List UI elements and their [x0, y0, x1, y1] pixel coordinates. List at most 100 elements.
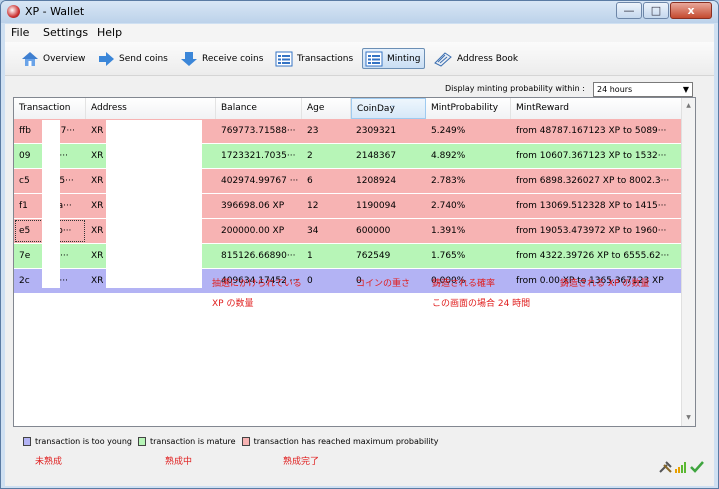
annotation-reward: 鋳造される XP の数量: [560, 279, 650, 289]
mint-probability-cell: 5.249%: [431, 126, 466, 136]
minting-period-value: 24 hours: [597, 85, 633, 94]
minting-button[interactable]: Minting: [362, 48, 426, 69]
table-header: Transaction Address Balance Age ⌄ CoinDa…: [14, 98, 683, 120]
overview-button[interactable]: Overview: [21, 48, 85, 69]
minting-label: Minting: [387, 53, 421, 64]
staking-tools-icon[interactable]: [659, 461, 672, 476]
transactions-button[interactable]: Transactions: [275, 48, 353, 69]
menu-bar: File Settings Help: [5, 24, 714, 42]
legend-maxp-jp: 熟成完了: [283, 457, 320, 467]
legend-young: transaction is too young: [23, 437, 132, 446]
dropdown-arrow-icon: ▼: [682, 85, 689, 94]
scroll-up-icon[interactable]: ▲: [682, 100, 695, 112]
vertical-scrollbar[interactable]: ▲ ▼: [681, 98, 695, 426]
column-header-mintprobability[interactable]: MintProbability: [426, 98, 511, 119]
minting-period-select[interactable]: 24 hours ▼: [593, 82, 693, 97]
mint-probability-cell: 2.783%: [431, 176, 466, 186]
transaction-id-start: e5: [19, 226, 31, 236]
address-book-label: Address Book: [457, 53, 519, 64]
mint-probability-cell: 2.740%: [431, 201, 466, 211]
legend-mature: transaction is mature: [137, 437, 236, 446]
transaction-id-start: ffb: [19, 126, 31, 136]
column-header-mintreward[interactable]: MintReward: [511, 98, 683, 119]
legend-mature-jp: 熟成中: [165, 457, 193, 467]
column-header-balance[interactable]: Balance: [216, 98, 302, 119]
mint-probability-cell: 1.391%: [431, 226, 466, 236]
receive-arrow-icon: [181, 51, 197, 66]
transactions-list-icon: [275, 51, 293, 66]
address-book-button[interactable]: Address Book: [433, 48, 518, 69]
minimize-button[interactable]: —: [616, 2, 642, 19]
mint-probability-cell: 1.765%: [431, 251, 466, 261]
column-header-age[interactable]: Age: [302, 98, 351, 119]
column-header-transaction[interactable]: Transaction: [14, 98, 86, 119]
redaction-transaction: [42, 120, 60, 288]
transaction-id-start: c5: [19, 176, 30, 186]
wallet-window: XP - Wallet — □ x File Settings Help Ove…: [0, 0, 719, 489]
coinday-cell: 1208924: [356, 176, 397, 186]
mint-reward-cell: from 10607.367123 XP to 1532···: [516, 151, 667, 161]
connections-signal-icon[interactable]: [675, 461, 687, 476]
transaction-id-start: 7e: [19, 251, 31, 261]
home-icon: [22, 51, 38, 66]
legend-maxp-label: transaction has reached maximum probabil…: [253, 437, 439, 446]
minimize-icon: —: [623, 4, 635, 17]
legend-mature-label: transaction is mature: [149, 437, 236, 446]
legend-maxp: transaction has reached maximum probabil…: [241, 437, 439, 446]
legend-young-jp: 未熟成: [35, 457, 63, 467]
balance-cell: 402974.99767 ···: [221, 176, 299, 186]
minting-table[interactable]: Transaction Address Balance Age ⌄ CoinDa…: [13, 97, 696, 427]
maximize-icon: □: [650, 4, 662, 17]
column-header-coinday[interactable]: ⌄ CoinDay: [351, 98, 426, 119]
minting-list-icon: [365, 51, 383, 66]
mint-reward-cell: from 4322.39726 XP to 6555.62···: [516, 251, 670, 261]
menu-settings[interactable]: Settings: [43, 26, 88, 39]
scroll-down-icon[interactable]: ▼: [682, 412, 695, 424]
window-title: XP - Wallet: [25, 5, 85, 18]
age-cell: 12: [307, 201, 319, 211]
column-header-address[interactable]: Address: [86, 98, 216, 119]
close-icon: x: [687, 4, 695, 17]
filter-label: Display minting probability within :: [445, 84, 585, 93]
receive-coins-button[interactable]: Receive coins: [180, 48, 263, 69]
app-icon: [7, 5, 20, 18]
sort-indicator-icon: ⌄: [390, 101, 396, 109]
transaction-id-start: f1: [19, 201, 28, 211]
status-bar: [656, 461, 704, 476]
mint-reward-cell: from 13069.512328 XP to 1415···: [516, 201, 667, 211]
transaction-id-start: 09: [19, 151, 31, 161]
synced-check-icon[interactable]: [690, 461, 704, 476]
annotation-balance-line1: 抽選にかけられている: [212, 279, 302, 289]
balance-cell: 1723321.7035···: [221, 151, 296, 161]
age-cell: 2: [307, 151, 313, 161]
annotation-balance-line2: XP の数量: [212, 299, 254, 309]
menu-file[interactable]: File: [11, 26, 29, 39]
mint-reward-cell: from 6898.326027 XP to 8002.3···: [516, 176, 670, 186]
send-arrow-icon: [99, 51, 114, 66]
legend-swatch-mature: [137, 437, 146, 446]
annotation-probability-line1: 鋳造される確率: [432, 279, 496, 289]
age-cell: 23: [307, 126, 319, 136]
transactions-label: Transactions: [297, 53, 354, 64]
age-cell: 0: [307, 276, 313, 286]
overview-label: Overview: [43, 53, 86, 64]
address-book-icon: [434, 51, 452, 67]
window-controls: — □ x: [615, 2, 712, 19]
send-coins-button[interactable]: Send coins: [97, 48, 168, 69]
redaction-address: [106, 120, 202, 288]
mint-reward-cell: from 48787.167123 XP to 5089···: [516, 126, 667, 136]
legend-swatch-maxp: [241, 437, 250, 446]
minting-page: Display minting probability within : 24 …: [5, 76, 714, 486]
coinday-cell: 762549: [356, 251, 391, 261]
coinday-cell: 2148367: [356, 151, 397, 161]
title-bar[interactable]: XP - Wallet — □ x: [1, 1, 718, 23]
transaction-id-start: 2c: [19, 276, 30, 286]
legend-swatch-young: [23, 437, 31, 446]
toolbar: Overview Send coins Receive coins Transa…: [5, 42, 714, 76]
menu-help[interactable]: Help: [97, 26, 122, 39]
close-button[interactable]: x: [670, 2, 712, 19]
coinday-cell: 1190094: [356, 201, 397, 211]
age-cell: 34: [307, 226, 319, 236]
maximize-button[interactable]: □: [643, 2, 669, 19]
mint-probability-cell: 4.892%: [431, 151, 466, 161]
